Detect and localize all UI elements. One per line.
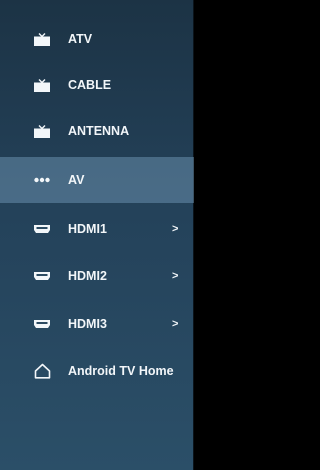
source-label: ATV — [68, 32, 93, 46]
source-item-hdmi1[interactable]: HDMI1 > — [0, 206, 194, 252]
source-label: HDMI1 — [68, 222, 107, 236]
input-source-panel: ATV CABLE ANTENNA AV HDMI1 > HDMI2 > HDM… — [0, 0, 194, 470]
source-label: CABLE — [68, 78, 112, 92]
source-item-hdmi2[interactable]: HDMI2 > — [0, 253, 194, 299]
hdmi-icon — [34, 320, 56, 328]
chevron-right-icon: > — [172, 318, 179, 330]
source-item-atv[interactable]: ATV — [0, 16, 194, 62]
source-item-cable[interactable]: CABLE — [0, 62, 194, 108]
source-label: Android TV Home — [68, 364, 174, 378]
source-item-android-tv-home[interactable]: Android TV Home — [0, 348, 194, 394]
source-item-hdmi3[interactable]: HDMI3 > — [0, 301, 194, 347]
source-label: HDMI2 — [68, 269, 107, 283]
av-dots-icon — [34, 177, 56, 183]
hdmi-icon — [34, 225, 56, 233]
source-item-antenna[interactable]: ANTENNA — [0, 108, 194, 154]
tv-icon — [34, 124, 56, 138]
chevron-right-icon: > — [172, 270, 179, 282]
source-item-av[interactable]: AV — [0, 157, 194, 203]
tv-icon — [34, 78, 56, 92]
source-label: HDMI3 — [68, 317, 107, 331]
source-label: AV — [68, 173, 85, 187]
source-label: ANTENNA — [68, 124, 130, 138]
tv-icon — [34, 32, 56, 46]
home-icon — [34, 363, 56, 379]
hdmi-icon — [34, 272, 56, 280]
chevron-right-icon: > — [172, 223, 179, 235]
